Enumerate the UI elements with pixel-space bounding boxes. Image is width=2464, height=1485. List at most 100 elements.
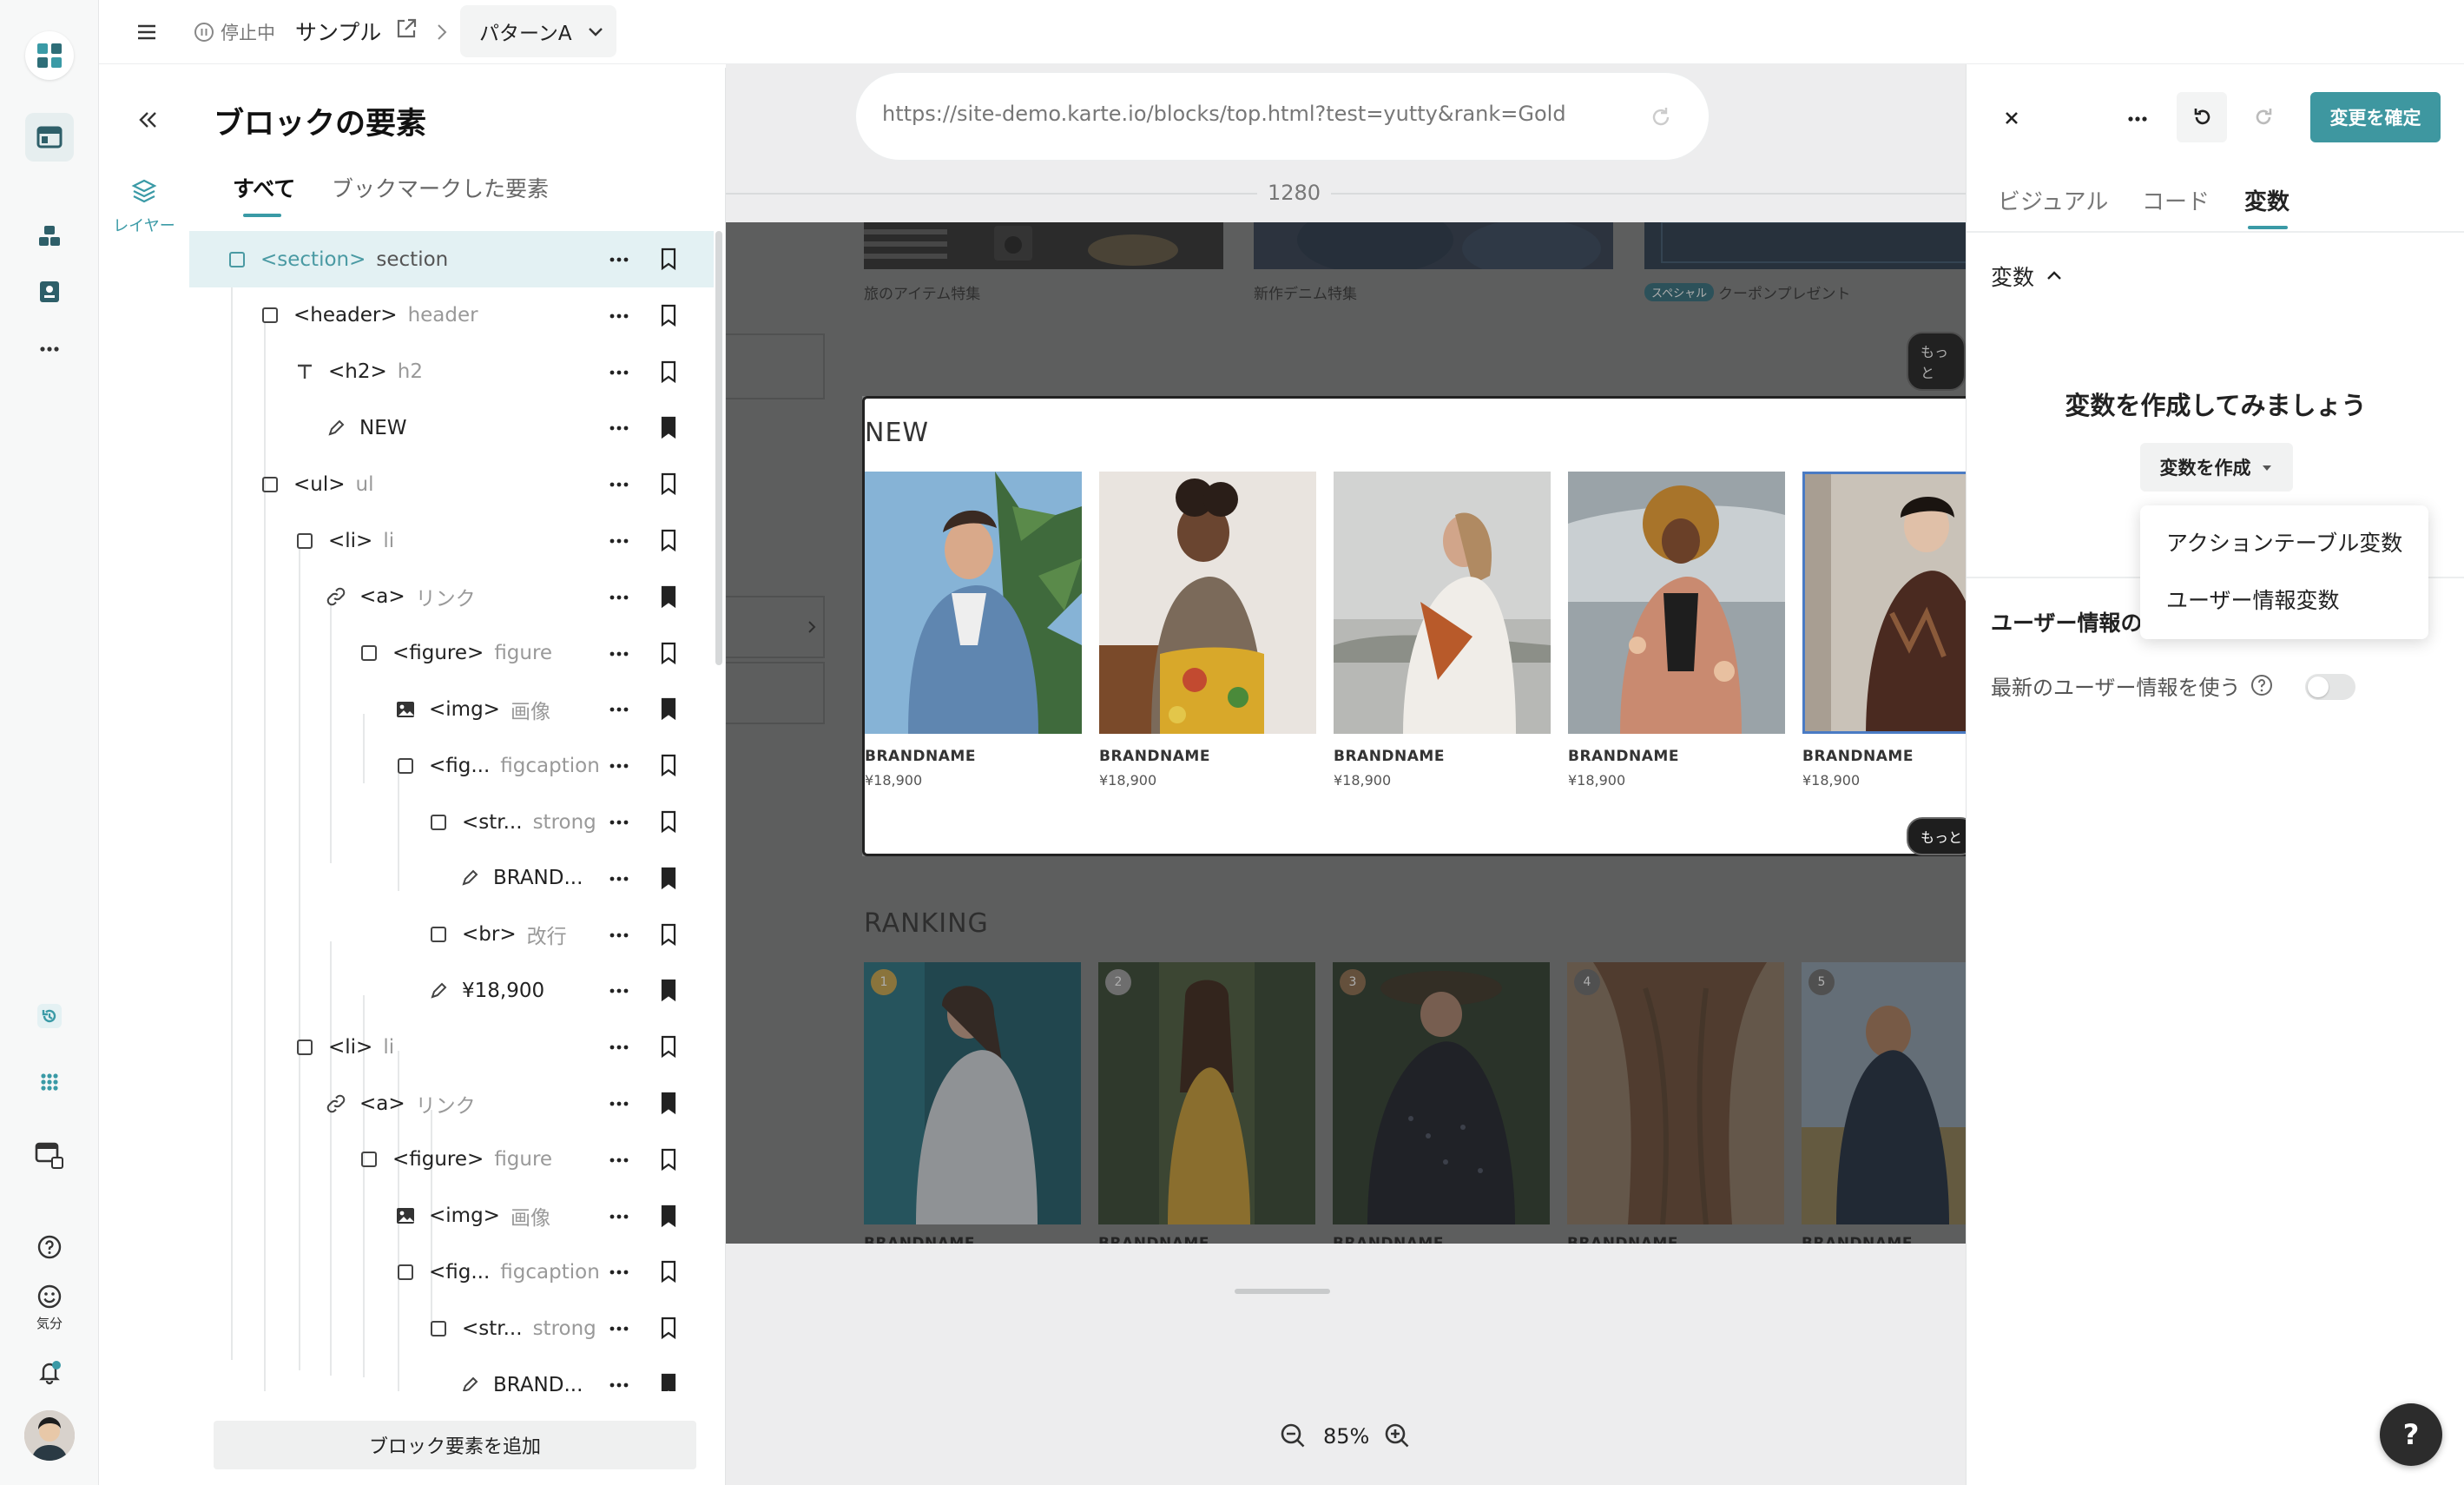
add-block-element-button[interactable]: ブロック要素を追加	[214, 1421, 696, 1469]
bookmark-icon[interactable]	[658, 1259, 679, 1284]
bookmark-icon[interactable]	[658, 303, 679, 327]
row-more-icon[interactable]	[608, 1092, 630, 1115]
more-pill-2[interactable]: もっと	[1907, 817, 1966, 855]
zoom-out-icon[interactable]	[1278, 1421, 1308, 1450]
product-image-3[interactable]	[1334, 472, 1551, 734]
bookmark-icon[interactable]	[658, 472, 679, 496]
undo-button[interactable]	[2177, 92, 2227, 142]
row-more-icon[interactable]	[608, 1149, 630, 1172]
tree-row-img-2[interactable]: <img> 画像	[189, 1188, 714, 1244]
row-more-icon[interactable]	[608, 1261, 630, 1284]
product-image-5[interactable]	[1802, 472, 1966, 734]
row-more-icon[interactable]	[608, 755, 630, 777]
bookmark-icon[interactable]	[658, 247, 679, 271]
row-more-icon[interactable]	[608, 248, 630, 271]
tab-variables[interactable]: 変数	[2244, 184, 2289, 216]
bookmark-icon[interactable]	[658, 415, 679, 439]
pattern-select[interactable]: パターンA	[460, 5, 616, 57]
tab-bookmarked[interactable]: ブックマークした要素	[332, 172, 549, 203]
close-icon[interactable]	[2000, 106, 2024, 130]
more-apps-icon[interactable]	[25, 325, 74, 373]
row-more-icon[interactable]	[608, 417, 630, 439]
help-circle-icon[interactable]	[25, 1223, 74, 1271]
bookmark-icon[interactable]	[658, 978, 679, 1002]
menu-item-user-info-variable[interactable]: ユーザー情報変数	[2166, 584, 2340, 615]
menu-icon[interactable]	[134, 19, 160, 45]
tree-row-img-1[interactable]: <img> 画像	[189, 681, 714, 737]
row-more-icon[interactable]	[608, 1374, 630, 1391]
bookmark-icon[interactable]	[658, 1091, 679, 1115]
avatar[interactable]	[24, 1410, 75, 1461]
row-more-icon[interactable]	[608, 1036, 630, 1059]
tree-row-figure-1[interactable]: <figure> figure	[189, 625, 714, 682]
bookmark-icon[interactable]	[658, 753, 679, 777]
editor-icon[interactable]	[25, 113, 74, 162]
tree-row-header[interactable]: <header> header	[189, 287, 714, 344]
bookmark-icon[interactable]	[658, 360, 679, 384]
more-options-icon[interactable]	[2125, 106, 2151, 132]
external-link-icon[interactable]	[393, 16, 419, 42]
tree-row-price-text-1[interactable]: ¥18,900	[189, 962, 714, 1019]
bookmark-icon[interactable]	[658, 922, 679, 947]
bookmark-icon[interactable]	[658, 641, 679, 665]
row-more-icon[interactable]	[608, 924, 630, 947]
resize-handle[interactable]	[1235, 1289, 1330, 1294]
row-more-icon[interactable]	[608, 1317, 630, 1340]
zoom-in-icon[interactable]	[1382, 1421, 1412, 1450]
row-more-icon[interactable]	[608, 1205, 630, 1228]
tab-code[interactable]: コード	[2142, 184, 2210, 216]
product-image-4[interactable]	[1568, 472, 1785, 734]
tree-row-figcaption-1[interactable]: <fig... figcaption	[189, 737, 714, 794]
bookmark-icon[interactable]	[658, 1204, 679, 1228]
bookmark-icon[interactable]	[658, 1316, 679, 1340]
row-more-icon[interactable]	[608, 980, 630, 1002]
row-more-icon[interactable]	[608, 473, 630, 496]
help-button[interactable]: ?	[2380, 1403, 2442, 1466]
row-more-icon[interactable]	[608, 361, 630, 384]
mood-button[interactable]: 気分	[25, 1277, 74, 1337]
menu-item-action-table-variable[interactable]: アクションテーブル変数	[2166, 526, 2402, 558]
row-more-icon[interactable]	[608, 643, 630, 665]
history-icon[interactable]	[25, 992, 74, 1040]
bookmark-icon[interactable]	[658, 866, 679, 890]
window-icon[interactable]	[25, 1131, 74, 1179]
more-pill-1[interactable]: もっと	[1907, 332, 1966, 391]
new-section[interactable]: NEW BRANDNAME ¥18,900 BRANDNAME ¥18,900 …	[862, 396, 1966, 856]
variables-section-header[interactable]: 変数	[1991, 259, 2064, 294]
help-circle-icon[interactable]	[2250, 673, 2274, 697]
tree-row-link-1[interactable]: <a> リンク	[189, 569, 714, 625]
tree-row-figure-2[interactable]: <figure> figure	[189, 1132, 714, 1188]
tree-row-li-2[interactable]: <li> li	[189, 1019, 714, 1075]
confirm-changes-button[interactable]: 変更を確定	[2310, 92, 2441, 142]
tree-row-strong-2[interactable]: <str... strong	[189, 1300, 714, 1356]
bookmark-icon[interactable]	[658, 584, 679, 609]
tab-visual[interactable]: ビジュアル	[1998, 184, 2108, 216]
tree-scrollbar[interactable]	[715, 231, 722, 665]
template-icon[interactable]	[25, 267, 74, 316]
feature-image-1[interactable]	[864, 222, 1223, 269]
ranking-image-5[interactable]: 5	[1802, 962, 1966, 1224]
app-logo-icon[interactable]	[25, 31, 74, 80]
tree-row-li-1[interactable]: <li> li	[189, 512, 714, 569]
tree-row-br-1[interactable]: <br> 改行	[189, 907, 714, 963]
ranking-image-1[interactable]: 1	[864, 962, 1081, 1224]
bookmark-icon[interactable]	[658, 1372, 679, 1391]
latest-user-info-toggle[interactable]	[2305, 674, 2355, 700]
notification-bell-icon[interactable]	[25, 1348, 74, 1396]
ranking-image-3[interactable]: 3	[1333, 962, 1550, 1224]
grid-apps-icon[interactable]	[25, 1058, 74, 1106]
layers-tab[interactable]: レイヤー	[108, 177, 181, 255]
row-more-icon[interactable]	[608, 530, 630, 552]
site-name[interactable]: サンプル	[295, 16, 381, 47]
bookmark-icon[interactable]	[658, 696, 679, 721]
bookmark-icon[interactable]	[658, 1147, 679, 1172]
bookmark-icon[interactable]	[658, 809, 679, 834]
row-more-icon[interactable]	[608, 811, 630, 834]
row-more-icon[interactable]	[608, 305, 630, 327]
ranking-image-2[interactable]: 2	[1098, 962, 1315, 1224]
create-variable-button[interactable]: 変数を作成	[2140, 443, 2293, 492]
tree-row-ul[interactable]: <ul> ul	[189, 456, 714, 512]
product-image-2[interactable]	[1099, 472, 1316, 734]
components-icon[interactable]	[25, 212, 74, 261]
redo-button[interactable]	[2239, 92, 2289, 142]
